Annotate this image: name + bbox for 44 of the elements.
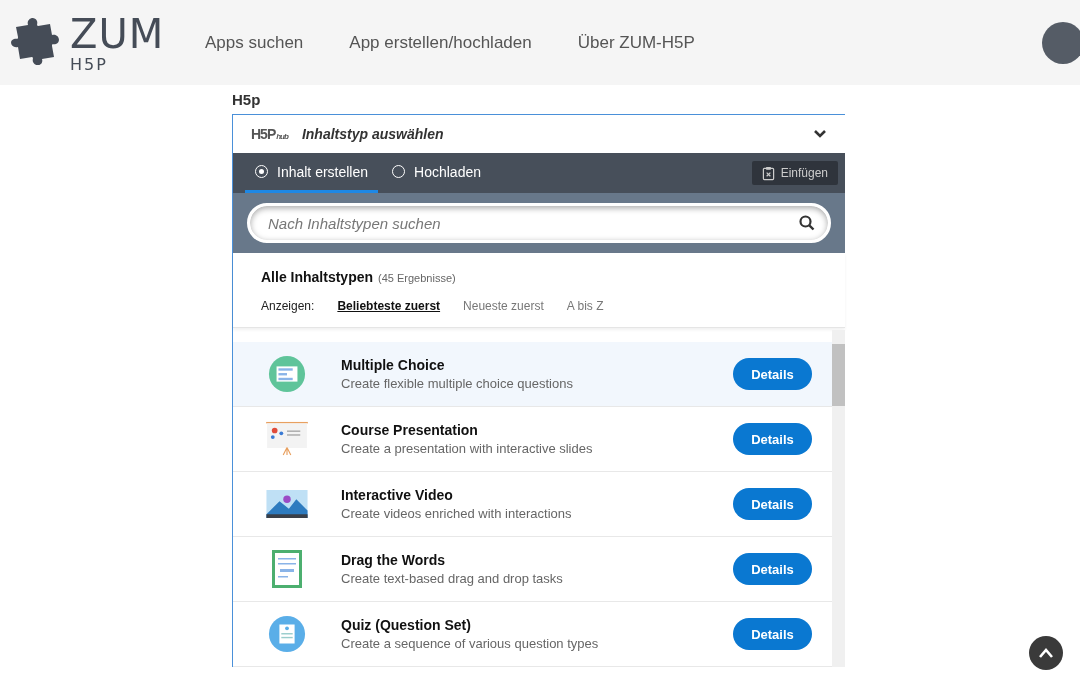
content-type-description: Create flexible multiple choice questions [341, 376, 574, 391]
hub-title: Inhaltstyp auswählen [301, 126, 445, 142]
details-button[interactable]: Details [733, 423, 812, 455]
logo-text: ZUM [70, 11, 165, 56]
results-count: (45 Ergebnisse) [378, 272, 456, 284]
logo-subtext: H5P [70, 55, 109, 74]
search-icon[interactable] [799, 215, 815, 231]
content-type-title: Drag the Words [341, 552, 446, 568]
content-type-title: Interactive Video [341, 487, 454, 503]
nav-link[interactable]: Über ZUM-H5P [577, 32, 695, 53]
sort-label: Anzeigen: [261, 299, 315, 313]
chevron-up-icon [1038, 647, 1054, 659]
content-type-row[interactable]: Multiple Choice Create flexible multiple choice questions Details [233, 342, 832, 407]
avatar-photo-placeholder[interactable] [1042, 21, 1080, 64]
papers-icon [268, 615, 306, 653]
nav-link[interactable]: App erstellen/hochladen [349, 32, 532, 53]
search-field[interactable]: Nach Inhaltstypen suchen [247, 203, 831, 243]
presentation-board-icon [264, 421, 310, 457]
details-button[interactable]: Details [733, 488, 812, 520]
details-button[interactable]: Details [733, 358, 812, 390]
clipboard-icon [761, 165, 775, 181]
hub-logo: H5Phub [251, 126, 288, 142]
details-button[interactable]: Details [733, 553, 812, 585]
content-type-title: Course Presentation [341, 422, 479, 438]
video-scene-icon [266, 490, 308, 518]
sort-option[interactable]: Beliebteste zuerst [337, 299, 441, 313]
radio-tab[interactable]: Hochladen [382, 153, 491, 193]
sort-option[interactable]: A bis Z [566, 299, 604, 313]
scrollbar[interactable] [832, 330, 845, 667]
content-type-title: Multiple Choice [341, 357, 446, 373]
content-type-description: Create a sequence of various question types [341, 636, 600, 651]
section-label: H5p [232, 90, 262, 110]
content-type-description: Create videos enriched with interactions [341, 506, 573, 521]
checklist-icon [268, 355, 306, 393]
sort-option[interactable]: Neueste zuerst [463, 299, 544, 313]
results-title: Alle Inhaltstypen [261, 269, 374, 285]
paste-button[interactable]: Einfügen [751, 161, 838, 185]
content-type-title: Quiz (Question Set) [341, 617, 472, 633]
document-icon [272, 550, 302, 588]
content-type-description: Create a presentation with interactive slides [341, 441, 594, 456]
content-type-description: Create text-based drag and drop tasks [341, 571, 564, 586]
back-to-top-button[interactable] [1029, 636, 1063, 670]
nav-link[interactable]: Apps suchen [205, 32, 304, 53]
details-button[interactable]: Details [733, 618, 812, 650]
